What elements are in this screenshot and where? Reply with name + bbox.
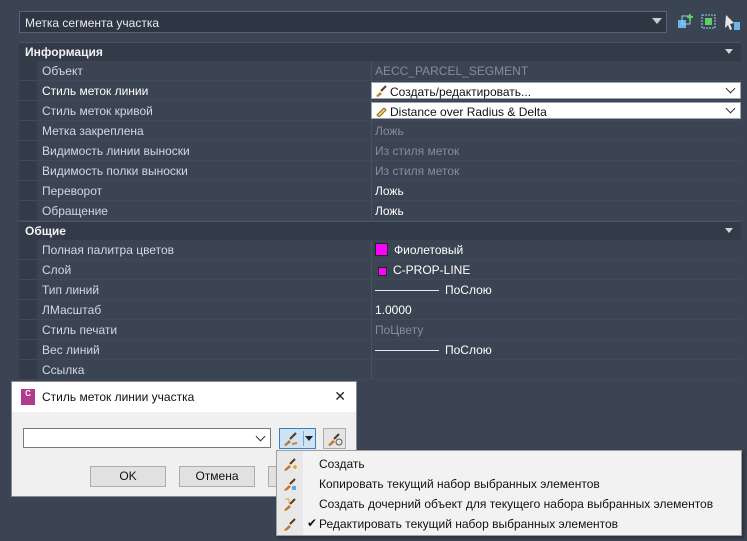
quick-select-icon[interactable] <box>677 13 695 31</box>
menu-item-create-child[interactable]: Создать дочерний объект для текущего наб… <box>277 494 741 514</box>
style-select[interactable] <box>23 428 271 448</box>
prop-label: Слой <box>42 263 72 277</box>
label-style-icon <box>375 105 387 118</box>
prop-row-line-label-style[interactable]: Стиль меток линии Создать/редактировать.… <box>19 81 741 101</box>
prop-label: Стиль меток линии <box>42 84 149 98</box>
curve-label-style-dropdown[interactable]: Distance over Radius & Delta <box>371 102 741 119</box>
collapse-icon[interactable] <box>725 49 733 54</box>
cancel-button[interactable]: Отмена <box>179 466 255 487</box>
menu-item-create[interactable]: Создать <box>277 454 741 474</box>
prop-row-plotstyle: Стиль печати ПоЦвету <box>19 320 741 340</box>
section-title: Общие <box>25 224 66 238</box>
close-icon[interactable]: ✕ <box>334 388 346 405</box>
prop-row-reverse[interactable]: Обращение Ложь <box>19 201 741 221</box>
chevron-down-icon <box>725 83 736 94</box>
prop-row-leader-visibility: Видимость линии выноски Из стиля меток <box>19 141 741 161</box>
prop-value: ПоЦвету <box>375 323 424 337</box>
chevron-down-icon <box>652 18 662 24</box>
prop-label: Стиль меток кривой <box>42 104 153 118</box>
check-icon: ✔ <box>307 516 318 530</box>
prop-row-ltscale[interactable]: ЛМасштаб 1.0000 <box>19 300 741 320</box>
menu-item-label: Редактировать текущий набор выбранных эл… <box>319 517 619 531</box>
ok-button[interactable]: OK <box>90 466 166 487</box>
prop-row-curve-label-style[interactable]: Стиль меток кривой Distance over Radius … <box>19 101 741 121</box>
prop-row-flip[interactable]: Переворот Ложь <box>19 181 741 201</box>
prop-label: ЛМасштаб <box>42 303 102 317</box>
prop-label: Обращение <box>42 204 108 218</box>
select-objects-icon[interactable] <box>700 13 718 31</box>
style-options-split-button[interactable] <box>279 428 316 449</box>
prop-label: Вес линий <box>42 343 100 357</box>
menu-item-label: Создать дочерний объект для текущего наб… <box>319 497 714 511</box>
edit-style-icon <box>375 85 387 97</box>
create-style-icon <box>283 457 297 471</box>
prop-label: Полная палитра цветов <box>42 243 175 257</box>
properties-grid: Информация Объект AECC_PARCEL_SEGMENT Ст… <box>19 42 741 380</box>
chevron-down-icon <box>255 431 266 442</box>
style-options-menu: Создать Копировать текущий набор выбранн… <box>276 450 742 536</box>
pick-from-drawing-button[interactable] <box>323 428 346 449</box>
menu-item-label: Копировать текущий набор выбранных элеме… <box>319 477 600 491</box>
edit-style-icon <box>283 517 297 531</box>
prop-value: Фиолетовый <box>394 243 464 257</box>
prop-value: Из стиля меток <box>375 164 460 178</box>
prop-value: Создать/редактировать... <box>390 85 532 99</box>
menu-item-label: Создать <box>319 457 365 471</box>
prop-row-hyperlink[interactable]: Ссылка <box>19 360 741 380</box>
child-style-icon <box>283 497 297 511</box>
prop-row-lineweight[interactable]: Вес линий ПоСлою <box>19 340 741 360</box>
prop-row-layer[interactable]: Слой C-PROP-LINE <box>19 260 741 280</box>
linetype-preview <box>375 290 439 291</box>
civil3d-logo-icon: C <box>21 389 35 405</box>
prop-label: Переворот <box>42 184 103 198</box>
prop-row-object: Объект AECC_PARCEL_SEGMENT <box>19 61 741 81</box>
dialog-title: Стиль меток линии участка <box>42 390 195 404</box>
prop-label: Объект <box>42 64 83 78</box>
prop-value[interactable]: Ложь <box>375 204 404 218</box>
prop-value: ПоСлою <box>445 343 492 357</box>
section-info-header[interactable]: Информация <box>19 42 741 61</box>
object-type-value: Метка сегмента участка <box>25 16 160 30</box>
chevron-down-icon <box>725 103 736 114</box>
line-label-style-dropdown[interactable]: Создать/редактировать... <box>371 82 741 99</box>
prop-value: AECC_PARCEL_SEGMENT <box>375 64 529 78</box>
lineweight-preview <box>375 350 439 351</box>
prop-value: Ложь <box>375 124 404 138</box>
prop-row-color[interactable]: Полная палитра цветов Фиолетовый <box>19 240 741 260</box>
prop-row-leader-tail-visibility: Видимость полки выноски Из стиля меток <box>19 161 741 181</box>
prop-value: Distance over Radius & Delta <box>390 105 547 119</box>
toggle-pickadd-icon[interactable] <box>723 13 741 31</box>
section-title: Информация <box>25 45 103 59</box>
prop-value[interactable]: Ложь <box>375 184 404 198</box>
prop-row-linetype[interactable]: Тип линий ПоСлою <box>19 280 741 300</box>
dialog-titlebar[interactable]: C Стиль меток линии участка ✕ <box>12 382 356 412</box>
edit-style-icon <box>283 432 299 449</box>
prop-value[interactable]: 1.0000 <box>375 303 412 317</box>
menu-item-edit[interactable]: ✔ Редактировать текущий набор выбранных … <box>277 514 741 534</box>
section-general-header[interactable]: Общие <box>19 221 741 240</box>
menu-item-copy[interactable]: Копировать текущий набор выбранных элеме… <box>277 474 741 494</box>
collapse-icon[interactable] <box>725 228 733 233</box>
prop-value: Из стиля меток <box>375 144 460 158</box>
prop-label: Видимость линии выноски <box>42 144 190 158</box>
prop-row-label-pinned: Метка закреплена Ложь <box>19 121 741 141</box>
prop-label: Метка закреплена <box>42 124 144 138</box>
prop-value: ПоСлою <box>445 283 492 297</box>
dropdown-arrow-icon[interactable] <box>305 436 313 441</box>
object-type-select[interactable]: Метка сегмента участка <box>19 11 667 33</box>
prop-label: Тип линий <box>42 283 100 297</box>
pick-style-icon <box>327 432 343 449</box>
copy-style-icon <box>283 477 297 491</box>
color-swatch <box>375 243 388 256</box>
layer-color-icon <box>378 267 387 276</box>
prop-label: Стиль печати <box>42 323 118 337</box>
prop-value: C-PROP-LINE <box>393 263 471 277</box>
prop-label: Ссылка <box>42 363 85 377</box>
prop-label: Видимость полки выноски <box>42 164 188 178</box>
